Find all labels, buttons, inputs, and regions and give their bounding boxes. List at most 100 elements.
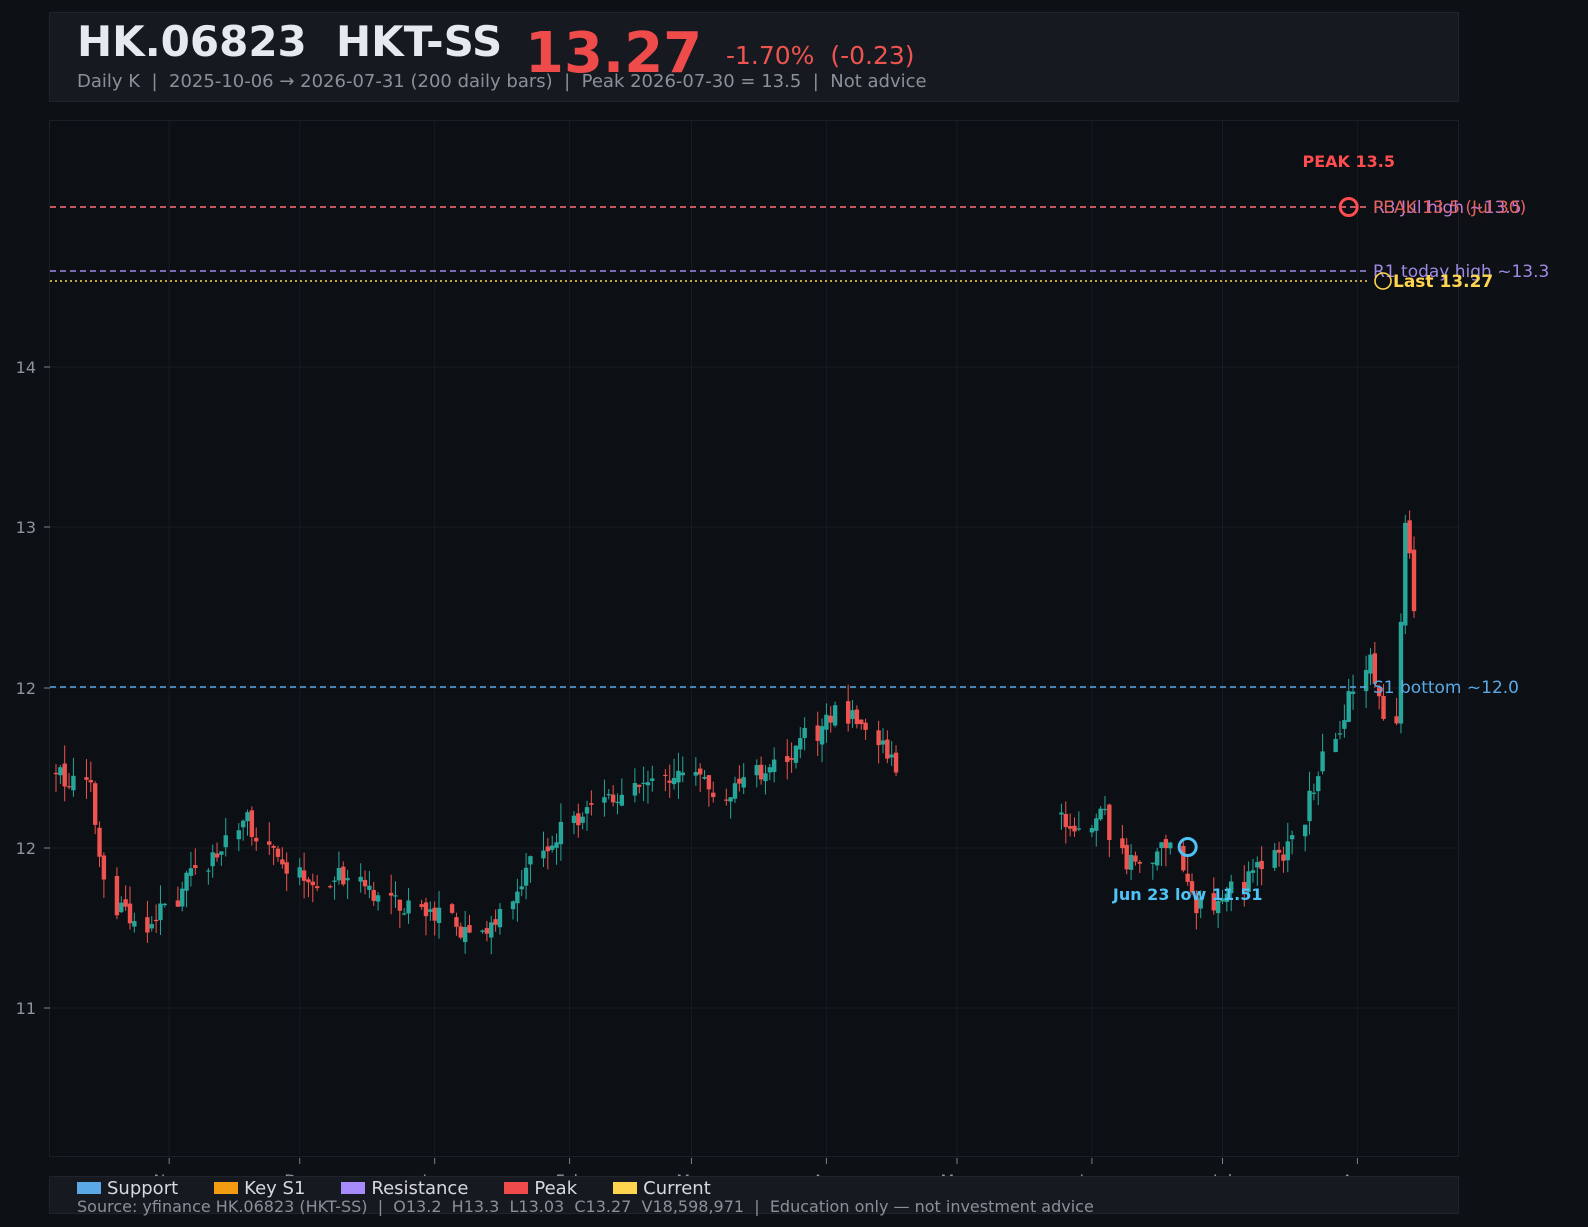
candle-body [632,783,638,796]
candle-body [280,859,285,865]
candle-body [549,845,555,850]
candle-body [393,895,398,897]
legend-item-resistance: Resistance [341,1177,469,1199]
candle-body [619,794,625,806]
candle-body [1350,691,1356,695]
candle-body [149,924,154,929]
candle-body [219,851,224,855]
y-tick-label: 12 [16,679,36,698]
candle-body [71,775,76,791]
candle-body [1307,790,1312,822]
candle-body [66,786,72,788]
candle-body [375,895,381,902]
candle-body [1159,842,1164,849]
candle-body [114,875,120,916]
candle-body [819,726,825,745]
candle-body [1076,828,1082,830]
chart-legend: Support Key S1 Resistance Peak Current [77,1177,747,1199]
candle-body [158,903,163,921]
candle-body [436,907,442,924]
candle-body [584,807,590,814]
candle-body [336,868,342,881]
chart-subtitle: Daily K | 2025-10-06 → 2026-07-31 (200 d… [77,71,927,92]
candle-body [1363,670,1369,692]
candle-body [824,714,829,730]
candle-body [467,925,472,933]
candle-body [1150,862,1156,864]
candle-body [358,876,363,882]
candle-body [480,930,485,932]
candle-body [454,917,459,927]
candle-body [332,880,337,882]
candle-body [1181,845,1186,871]
candle-body [1089,828,1095,833]
candle-body [345,878,350,881]
candle-body [162,903,168,906]
candle-body [484,928,490,934]
candle-body [1320,751,1325,772]
footer-panel: Support Key S1 Resistance Peak Current Sourc… [49,1176,1459,1216]
legend-item-peak: Peak [504,1178,577,1199]
legend-label: Resistance [371,1177,469,1199]
candle-body [1276,849,1282,853]
candle-body [1368,654,1373,674]
candle-body [1163,839,1169,849]
candle-body [610,794,616,803]
candle-body [1333,739,1338,753]
candle-body [1302,824,1308,837]
candle-body [1316,776,1321,792]
candle-body [310,881,316,886]
candle-body [510,901,516,910]
candle-body [754,765,759,776]
candle-body [193,865,198,869]
candle-body [758,764,764,780]
candle-body [206,870,211,872]
candle-body [1168,842,1173,849]
candle-body [214,853,220,858]
candle-body [341,866,346,885]
candle-body [793,745,799,763]
candle-body [254,837,259,842]
candle-body [88,780,94,783]
candle-body [175,900,181,907]
y-tick-label: 14 [16,358,36,377]
candle-body [663,774,668,777]
candle-body [301,870,307,881]
candle-body [832,705,838,726]
candle-body [1337,733,1343,735]
candle-body [815,725,820,741]
candle-body [602,797,607,803]
y-tick-label: 13 [16,518,36,537]
candle-body [1342,720,1347,729]
candle-body [541,850,546,859]
candle-body [671,777,677,785]
candle-body [1072,825,1077,832]
candle-body [741,777,746,788]
candle-body [406,900,411,914]
y-tick-label: 12 [16,839,36,858]
candle-body [893,752,899,773]
candle-body [119,902,124,913]
candle-body [697,768,703,775]
candle-body [1259,860,1264,870]
candle-body [306,879,311,883]
candle-body [706,775,712,790]
level-label-peak: PEAK 13.5 (Jul 30) [1373,198,1526,218]
ticker-title: HK.06823 HKT-SS [77,17,503,66]
legend-swatch [214,1182,239,1194]
candle-body [97,827,102,857]
candle-body [1285,841,1290,861]
candle-body [732,783,738,799]
candle-body [1067,826,1073,829]
candle-body [1346,691,1351,722]
candle-body [184,872,189,891]
legend-item-key-s1: Key S1 [214,1178,305,1199]
candle-body [1281,854,1286,861]
candle-body [615,801,620,804]
candle-body [728,797,733,802]
candle-body [1411,549,1417,612]
candle-body [1063,813,1068,828]
candle-body [650,778,655,781]
candle-body [880,740,886,745]
candle-body [1133,855,1138,862]
